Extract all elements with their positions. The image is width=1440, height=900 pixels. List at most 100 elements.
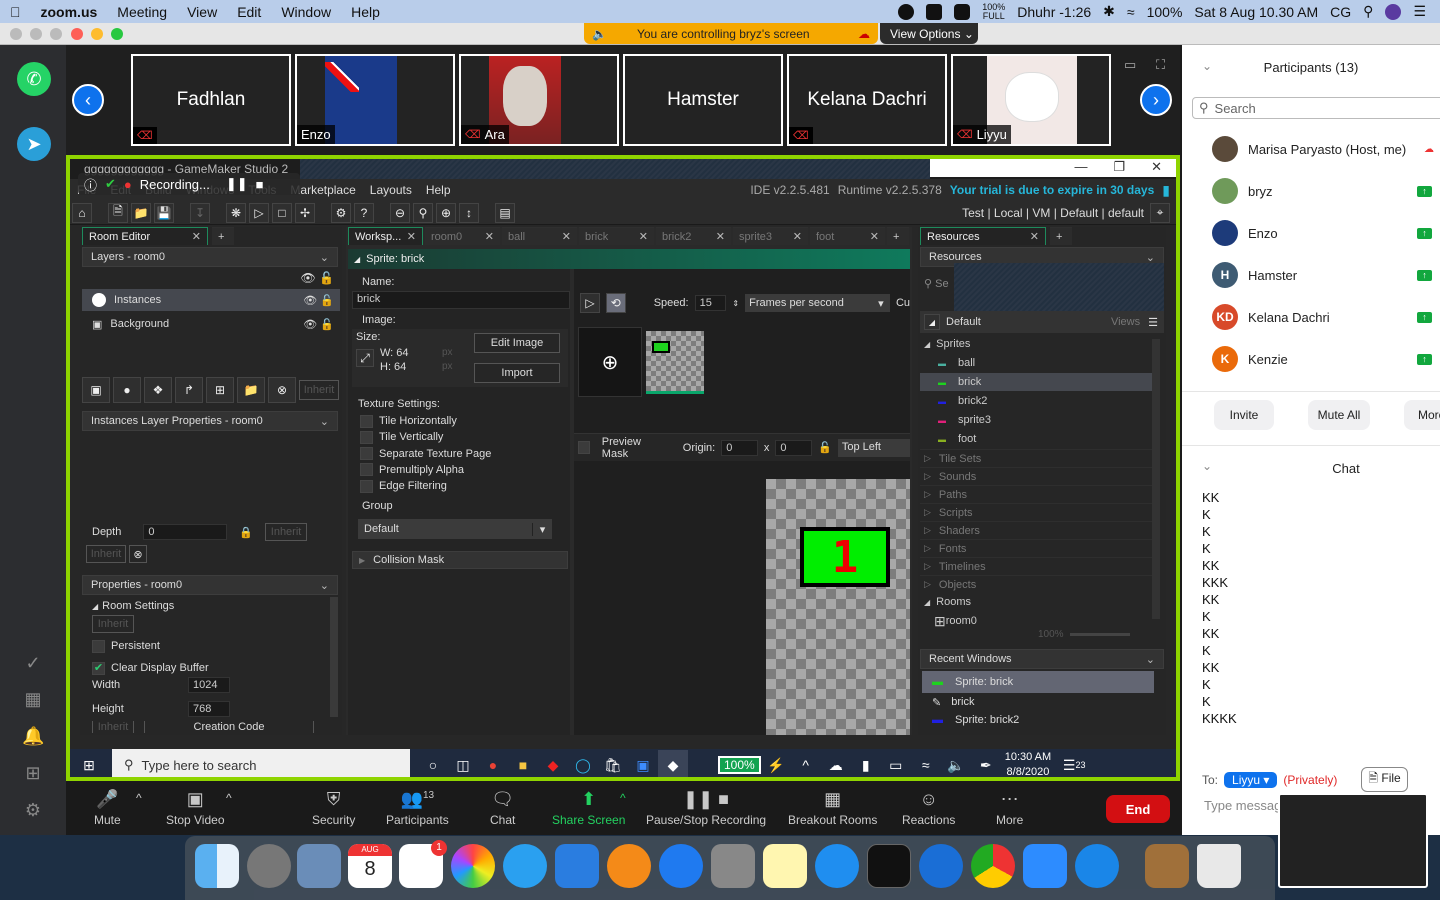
mute-button[interactable]: 🎤 Mute <box>94 789 121 827</box>
restore-icon[interactable]: ❐ <box>1113 159 1125 177</box>
zoom-reset-icon[interactable]: ⚲ <box>413 202 433 223</box>
info-icon[interactable]: ⓘ <box>84 175 97 194</box>
instance-layer-props-header[interactable]: Instances Layer Properties - room0 ⌄ <box>82 411 338 431</box>
edit-image-button[interactable]: Edit Image <box>474 333 560 353</box>
zoom-status-icon[interactable] <box>926 3 943 20</box>
gamemaker-taskbar-icon[interactable]: ◆ <box>658 750 688 777</box>
video-tile-kelana[interactable]: Kelana Dachri ⌫ <box>787 54 947 146</box>
onedrive-icon[interactable]: ☁ <box>821 750 851 777</box>
remote-control-icon[interactable]: ☁ <box>858 27 870 41</box>
messenger-dock-icon[interactable] <box>1075 844 1119 888</box>
notes-dock-icon[interactable] <box>763 844 807 888</box>
participants-search-input[interactable]: ⚲ Search <box>1192 97 1440 119</box>
action-center-icon[interactable]: ☰ 23 <box>1059 750 1089 777</box>
import-button[interactable]: Import <box>474 363 560 383</box>
battery-text[interactable]: 100% <box>1147 4 1183 20</box>
recipient-dropdown[interactable]: Liyyu ▾ <box>1224 771 1278 788</box>
add-icon[interactable]: ⊞ <box>22 763 44 785</box>
add-asset-layer-icon[interactable]: ⊞ <box>206 377 234 403</box>
room-props-header[interactable]: Properties - room0 ⌄ <box>82 575 338 595</box>
participant-item[interactable]: K Kenzie ↑ <box>1212 345 1438 373</box>
run-icon[interactable]: ▷ <box>249 202 269 223</box>
tab-workspace-5[interactable]: sprite3 ✕ <box>733 227 808 245</box>
search-icon[interactable]: ⚲ <box>924 278 932 290</box>
security-button[interactable]: ⛨ Security <box>312 789 355 827</box>
telegram-icon[interactable]: ➤ <box>17 127 51 161</box>
persistent-checkbox[interactable]: Persistent <box>82 635 340 657</box>
apple-menu-icon[interactable]:  <box>0 4 31 20</box>
tree-item-room[interactable]: ⊞ room0 <box>920 612 1152 630</box>
close-tab-icon[interactable]: ✕ <box>1030 230 1039 243</box>
clean-icon[interactable]: ✢ <box>295 202 315 223</box>
books-dock-icon[interactable] <box>607 844 651 888</box>
network-icon[interactable]: ≈ <box>911 750 941 777</box>
tray-expand-icon[interactable]: ^ <box>791 750 821 777</box>
recent-windows-header[interactable]: Recent Windows ⌄ <box>920 649 1164 669</box>
origin-preset-dropdown[interactable]: Top Left <box>837 438 910 457</box>
gm-menu-help[interactable]: Help <box>419 183 458 197</box>
inherit-button[interactable]: Inherit <box>265 523 308 541</box>
battery-indicator[interactable]: 100% <box>718 756 761 774</box>
pen-icon[interactable]: ✒ <box>971 750 1001 777</box>
inherit-button[interactable]: Inherit <box>86 545 126 563</box>
spinner-icon[interactable]: ⇕ <box>732 299 739 308</box>
eye-icon[interactable]: 👁 <box>300 271 315 285</box>
bell-icon[interactable]: 🔔 <box>22 726 44 748</box>
launchpad-dock-icon[interactable] <box>247 844 291 888</box>
chrome-taskbar-icon[interactable]: ● <box>478 750 508 777</box>
whatsapp-icon[interactable]: ✆ <box>17 62 51 96</box>
help-icon[interactable]: ? <box>354 202 374 223</box>
layer-background[interactable]: ▣ Background 👁 🔓 <box>82 313 340 335</box>
chat-bubble-icon[interactable]: ▮ <box>1162 182 1170 199</box>
tree-group-tile-sets[interactable]: ▷ Tile Sets <box>920 449 1152 467</box>
open-project-icon[interactable]: 📁 <box>131 202 151 223</box>
new-project-icon[interactable]: 🗎 <box>108 202 128 223</box>
menu-view[interactable]: View <box>177 4 227 20</box>
minimize-window-button[interactable] <box>91 28 103 40</box>
menu-icon[interactable]: ☰ <box>1148 316 1158 329</box>
power-plug-icon[interactable]: ⚡ <box>761 750 791 777</box>
safari-dock-icon[interactable] <box>815 844 859 888</box>
stop-icon[interactable]: □ <box>272 202 292 223</box>
zoom-out-icon[interactable]: ⊖ <box>390 202 410 223</box>
tab-workspace-6[interactable]: foot ✕ <box>810 227 885 245</box>
file-button[interactable]: 🗎 File <box>1361 767 1408 792</box>
close-tab-icon[interactable]: ✕ <box>485 230 494 243</box>
create-executable-icon[interactable]: ↧ <box>190 202 210 223</box>
datetime[interactable]: Sat 8 Aug 10.30 AM <box>1194 4 1318 20</box>
depth-input[interactable]: 0 <box>143 524 228 540</box>
mic-tray-icon[interactable]: ▮ <box>851 750 881 777</box>
screenshot-thumbnail[interactable] <box>1278 793 1428 888</box>
speed-input[interactable]: 15 <box>694 295 727 311</box>
close-icon[interactable]: ✕ <box>1151 159 1162 177</box>
share-options-chevron-icon[interactable]: ^ <box>620 791 626 805</box>
tab-resources[interactable]: Resources ✕ <box>920 227 1046 245</box>
tab-workspace-2[interactable]: ball ✕ <box>502 227 577 245</box>
scrollbar[interactable] <box>1152 339 1160 619</box>
spotlight-icon[interactable]: ⚲ <box>1363 3 1373 20</box>
texture-option-checkbox[interactable]: Premultiply Alpha <box>350 462 568 478</box>
sprite-name-input[interactable]: brick <box>352 291 570 309</box>
recent-item[interactable]: ▬ Sprite: brick2 <box>922 709 1154 731</box>
terminal-dock-icon[interactable] <box>867 844 911 888</box>
bluetooth-icon[interactable]: ✱ <box>1103 3 1115 20</box>
app-store-dock-icon[interactable] <box>659 844 703 888</box>
chat-button[interactable]: 🗨 Chat <box>490 789 515 827</box>
add-instance-layer-icon[interactable]: ● <box>113 377 141 403</box>
fit-icon[interactable]: ↕ <box>459 202 479 223</box>
video-tile-ara[interactable]: ⌫ Ara <box>459 54 619 146</box>
store-icon[interactable]: 🛍 <box>598 750 628 777</box>
texture-option-checkbox[interactable]: Tile Vertically <box>350 429 568 445</box>
tree-group-paths[interactable]: ▷ Paths <box>920 485 1152 503</box>
close-tab-icon[interactable]: ✕ <box>793 230 802 243</box>
tree-group-scripts[interactable]: ▷ Scripts <box>920 503 1152 521</box>
preferences-gear-icon[interactable]: ⚙ <box>331 202 351 223</box>
clear-icon[interactable]: ⊗ <box>129 545 147 563</box>
gm-menu-layouts[interactable]: Layouts <box>363 183 419 197</box>
eye-icon[interactable]: 👁 🔓 <box>303 294 334 307</box>
tab-workspace-4[interactable]: brick2 ✕ <box>656 227 731 245</box>
next-page-button[interactable]: › <box>1140 84 1172 116</box>
delete-layer-icon[interactable]: ⊗ <box>268 377 296 403</box>
add-folder-icon[interactable]: 📁 <box>237 377 265 403</box>
debug-icon[interactable]: ❋ <box>226 202 246 223</box>
